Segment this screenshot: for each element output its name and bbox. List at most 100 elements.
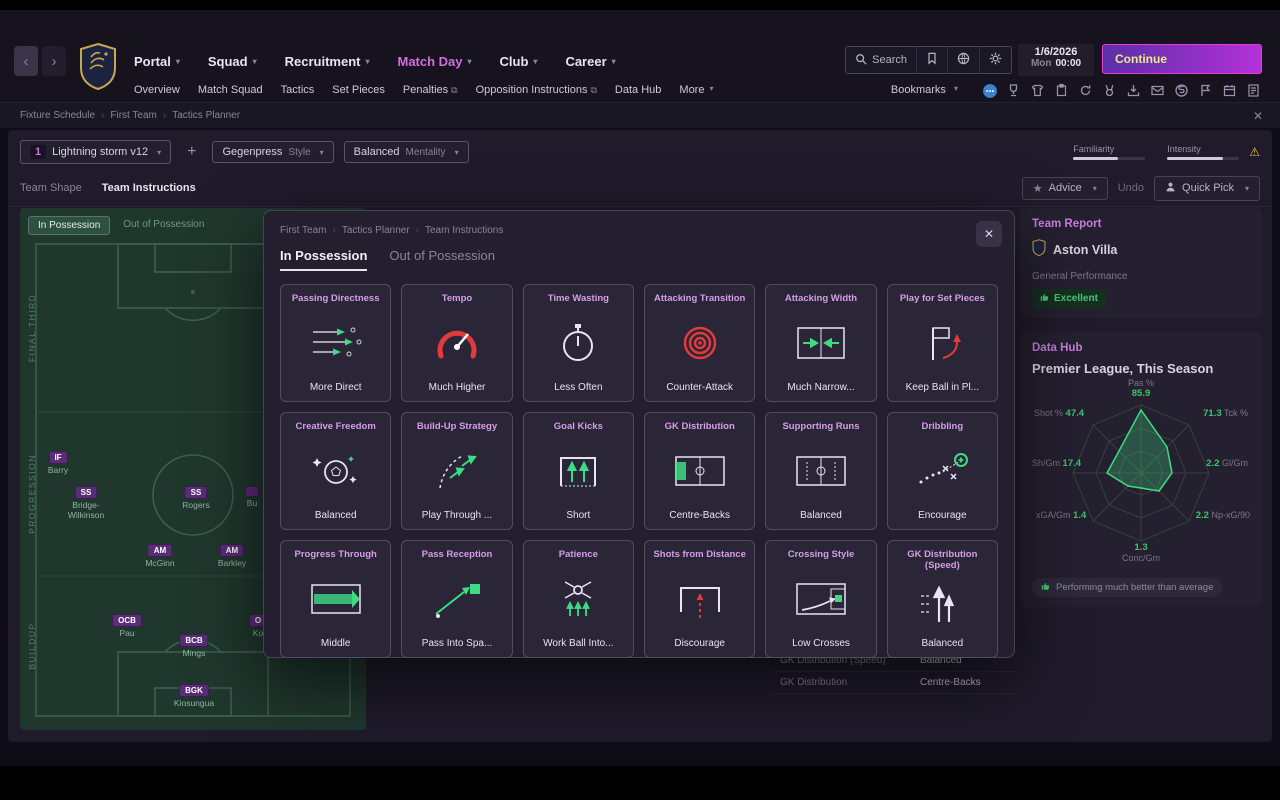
instruction-card-passing-directness[interactable]: Passing Directness More Direct <box>280 284 392 402</box>
settings-button[interactable] <box>980 47 1011 73</box>
instruction-card-build-up-strategy[interactable]: Build-Up Strategy Play Through ... <box>401 412 513 530</box>
close-page-icon[interactable]: ✕ <box>1250 108 1266 124</box>
instruction-card-pass-reception[interactable]: Pass Reception Pass Into Spa... <box>401 540 513 658</box>
undo-button[interactable]: Undo <box>1118 182 1144 194</box>
instruction-card-patience[interactable]: Patience Work Ball Into... <box>522 540 634 658</box>
instruction-card-supporting-runs[interactable]: Supporting Runs Balanced <box>765 412 877 530</box>
instruction-title: Dribbling <box>921 421 964 432</box>
player-token[interactable]: BCB Mings <box>179 634 209 659</box>
subnav-penalties[interactable]: Penalties <box>403 84 458 96</box>
instruction-card-attacking-transition[interactable]: Attacking Transition Counter-Attack <box>644 284 756 402</box>
advice-button[interactable]: ★ Advice <box>1021 176 1108 200</box>
instruction-value: Low Crosses <box>792 638 850 649</box>
mail-icon[interactable] <box>1149 82 1166 99</box>
mentality-select[interactable]: Balanced Mentality <box>343 141 469 163</box>
player-token[interactable]: SS Rogers <box>182 486 210 511</box>
search-button[interactable]: Search <box>846 47 917 73</box>
tactic-select[interactable]: 1 Lightning storm v12 <box>20 140 172 164</box>
style-select[interactable]: Gegenpress Style <box>212 141 334 163</box>
instruction-card-progress-through[interactable]: Progress Through Middle <box>280 540 392 658</box>
crumb-first-team[interactable]: First Team <box>110 110 166 121</box>
player-token[interactable]: AM Barkley <box>218 544 246 569</box>
player-token[interactable]: IF Barry <box>48 451 68 476</box>
subnav-tactics[interactable]: Tactics <box>281 84 315 96</box>
instruction-value: Pass Into Spa... <box>421 638 493 649</box>
instruction-card-tempo[interactable]: Tempo Much Higher <box>401 284 513 402</box>
summary-row[interactable]: GK Distribution Centre-Backs <box>772 672 1016 694</box>
instruction-card-gk-distribution-speed[interactable]: GK Distribution (Speed) Balanced <box>886 540 998 658</box>
bookmarks-dropdown[interactable]: Bookmarks <box>891 84 958 96</box>
familiarity-meter: Familiarity <box>1073 144 1146 160</box>
add-tactic-button[interactable]: + <box>181 143 202 161</box>
continue-button[interactable]: Continue <box>1102 44 1262 74</box>
instruction-card-goal-kicks[interactable]: Goal Kicks Short <box>522 412 634 530</box>
pitch-tab-in-possession[interactable]: In Possession <box>28 216 111 235</box>
instruction-card-time-wasting[interactable]: Time Wasting Less Often <box>522 284 634 402</box>
game-date-widget[interactable]: 1/6/2026 Mon 00:00 <box>1018 44 1094 76</box>
clipboard-icon[interactable] <box>1053 82 1070 99</box>
instruction-card-shots-from-distance[interactable]: Shots from Distance Discourage <box>644 540 756 658</box>
dialog-crumb-first-team[interactable]: First Team <box>280 225 336 236</box>
subnav-match-squad[interactable]: Match Squad <box>198 84 263 96</box>
subnav-overview[interactable]: Overview <box>134 84 180 96</box>
tab-team-instructions[interactable]: Team Instructions <box>102 182 196 194</box>
instruction-title: Shots from Distance <box>653 549 746 560</box>
quick-pick-button[interactable]: Quick Pick <box>1154 175 1260 201</box>
refresh-icon[interactable] <box>1077 82 1094 99</box>
dialog-tab-in-possession[interactable]: In Possession <box>280 248 368 271</box>
nav-match-day[interactable]: Match Day <box>397 54 471 69</box>
nav-career[interactable]: Career <box>565 54 615 69</box>
dialog-close-button[interactable]: ✕ <box>976 221 1002 247</box>
pitch-tab-out-of-possession[interactable]: Out of Possession <box>114 216 213 235</box>
subnav-opposition-instructions[interactable]: Opposition Instructions <box>476 84 597 96</box>
quick-access-icon-strip <box>981 82 1262 99</box>
shirt-icon[interactable] <box>1029 82 1046 99</box>
tab-team-shape[interactable]: Team Shape <box>20 182 82 194</box>
history-forward-button[interactable]: › <box>42 46 66 76</box>
metric-value: 2.2 <box>1195 510 1209 521</box>
player-token[interactable]: AM McGinn <box>145 544 175 569</box>
instruction-value: Work Ball Into... <box>543 638 614 649</box>
position-badge: AM <box>147 544 173 557</box>
player-token[interactable]: OCB Pau <box>112 614 142 639</box>
instruction-card-gk-distribution[interactable]: GK Distribution Centre-Backs <box>644 412 756 530</box>
player-token[interactable]: BGK Kiosungua <box>174 684 214 709</box>
bookmark-button[interactable] <box>917 47 948 73</box>
instruction-card-crossing-style[interactable]: Crossing Style Low Crosses <box>765 540 877 658</box>
player-token[interactable]: SS Bridge-Wilkinson <box>57 486 115 521</box>
instruction-card-dribbling[interactable]: Dribbling Encourage <box>886 412 998 530</box>
subnav-data-hub[interactable]: Data Hub <box>615 84 661 96</box>
intensity-warning-icon[interactable]: ⚠ <box>1249 145 1260 159</box>
nav-recruitment[interactable]: Recruitment <box>285 54 370 69</box>
subnav-set-pieces[interactable]: Set Pieces <box>332 84 385 96</box>
nav-club[interactable]: Club <box>500 54 538 69</box>
nav-portal[interactable]: Portal <box>134 54 180 69</box>
history-back-button[interactable]: ‹ <box>14 46 38 76</box>
dialog-crumb-team-instructions[interactable]: Team Instructions <box>425 225 503 236</box>
crumb-fixture-schedule[interactable]: Fixture Schedule <box>20 110 104 121</box>
flag-icon[interactable] <box>1197 82 1214 99</box>
finances-icon[interactable] <box>1173 82 1190 99</box>
crumb-tactics-planner[interactable]: Tactics Planner <box>172 110 240 121</box>
calendar-icon[interactable] <box>1221 82 1238 99</box>
metric-value: 17.4 <box>1062 458 1082 469</box>
instruction-card-play-for-set-pieces[interactable]: Play for Set Pieces Keep Ball in Pl... <box>886 284 998 402</box>
medal-icon[interactable] <box>1101 82 1118 99</box>
player-token[interactable]: Bu <box>245 486 259 509</box>
nav-squad[interactable]: Squad <box>208 54 257 69</box>
notes-icon[interactable] <box>1245 82 1262 99</box>
breadcrumb-bar: Fixture Schedule First Team Tactics Plan… <box>0 102 1280 128</box>
chat-icon[interactable] <box>981 82 998 99</box>
downloads-icon[interactable] <box>1125 82 1142 99</box>
dialog-crumb-tactics-planner[interactable]: Tactics Planner <box>342 225 419 236</box>
trophy-icon[interactable] <box>1005 82 1022 99</box>
planner-tabs-row: Team Shape Team Instructions ★ Advice Un… <box>20 174 1260 202</box>
instruction-card-creative-freedom[interactable]: Creative Freedom Balanced <box>280 412 392 530</box>
creative-freedom-icon <box>307 432 365 510</box>
data-hub-card[interactable]: Data Hub Premier League, This Season Pas… <box>1020 332 1262 607</box>
help-button[interactable] <box>948 47 980 73</box>
team-report-card[interactable]: Team Report Aston Villa General Performa… <box>1020 208 1262 318</box>
subnav-more[interactable]: More <box>679 84 713 96</box>
instruction-card-attacking-width[interactable]: Attacking Width Much Narrow... <box>765 284 877 402</box>
dialog-tab-out-of-possession[interactable]: Out of Possession <box>389 248 495 271</box>
